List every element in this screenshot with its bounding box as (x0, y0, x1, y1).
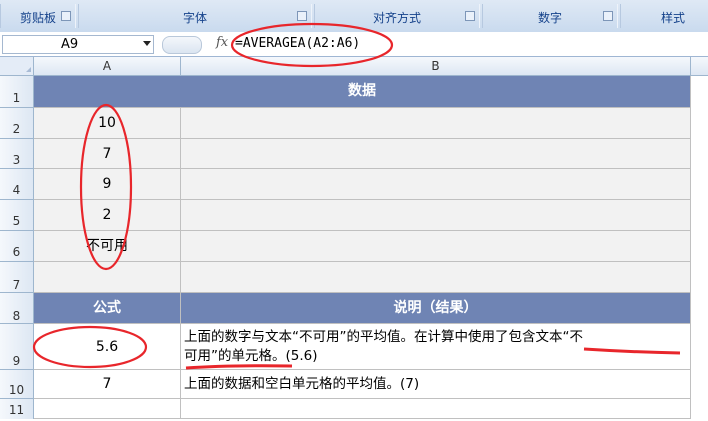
select-all-corner[interactable] (0, 57, 34, 76)
cell-b9-line2: 可用”的单元格。(5.6) (184, 348, 318, 364)
row-header-10[interactable]: 10 (0, 370, 34, 399)
cell-b9[interactable]: 上面的数字与文本“不可用”的平均值。在计算中使用了包含文本“不 可用”的单元格。… (181, 324, 691, 370)
row-header-1[interactable]: 1 (0, 76, 34, 108)
ribbon-group-alignment[interactable]: 对齐方式 (314, 4, 480, 28)
cell-b8-header[interactable]: 说明（结果） (181, 293, 691, 324)
formula-bar-splitter[interactable] (162, 36, 202, 54)
cell-a8-header[interactable]: 公式 (34, 293, 181, 324)
cell-a4[interactable]: 9 (34, 169, 181, 200)
ribbon-group-label: 数字 (537, 11, 562, 25)
row-header-7[interactable]: 7 (0, 262, 34, 293)
dialog-launcher-icon[interactable] (465, 11, 475, 21)
dialog-launcher-icon[interactable] (297, 11, 307, 21)
cell-b5[interactable] (181, 200, 691, 231)
name-box-value: A9 (61, 37, 79, 52)
ribbon-group-label: 样式 (661, 11, 686, 25)
select-all-triangle-icon (26, 67, 31, 72)
cell-a5[interactable]: 2 (34, 200, 181, 231)
cell-b11[interactable] (181, 399, 691, 419)
row-header-2[interactable]: 2 (0, 108, 34, 139)
formula-input[interactable]: =AVERAGEA(A2:A6) (235, 36, 360, 51)
row-header-11[interactable]: 11 (0, 399, 34, 419)
ribbon-group-label: 字体 (182, 11, 207, 25)
cell-b3[interactable] (181, 139, 691, 169)
cell-b4[interactable] (181, 169, 691, 200)
column-header-c[interactable] (691, 57, 708, 76)
chevron-down-icon[interactable] (143, 41, 151, 46)
insert-function-icon[interactable]: fx (216, 35, 228, 50)
formula-bar: A9 fx =AVERAGEA(A2:A6) (0, 32, 708, 57)
row-header-6[interactable]: 6 (0, 231, 34, 262)
cell-a6[interactable]: 不可用 (34, 231, 181, 262)
cell-a10[interactable]: 7 (34, 370, 181, 399)
cell-b2[interactable] (181, 108, 691, 139)
cell-a1-b1-header[interactable]: 数据 (34, 76, 691, 108)
ribbon-group-styles[interactable]: 样式 (620, 4, 708, 28)
cell-b7[interactable] (181, 262, 691, 293)
column-header-a[interactable]: A (34, 57, 181, 76)
row-header-8[interactable]: 8 (0, 293, 34, 324)
row-header-9[interactable]: 9 (0, 324, 34, 370)
row-header-5[interactable]: 5 (0, 200, 34, 231)
row-header-3[interactable]: 3 (0, 139, 34, 169)
ribbon-group-bar: 剪贴板 字体 对齐方式 数字 样式 (0, 0, 708, 33)
cell-a9[interactable]: 5.6 (34, 324, 181, 370)
ribbon-group-label: 对齐方式 (372, 11, 421, 25)
ribbon-group-number[interactable]: 数字 (482, 4, 618, 28)
dialog-launcher-icon[interactable] (603, 11, 613, 21)
ribbon-group-font[interactable]: 字体 (78, 4, 312, 28)
cell-b9-line1: 上面的数字与文本“不可用”的平均值。在计算中使用了包含文本“不 (184, 329, 583, 345)
cell-a2[interactable]: 10 (34, 108, 181, 139)
cell-a7[interactable] (34, 262, 181, 293)
cell-a3[interactable]: 7 (34, 139, 181, 169)
dialog-launcher-icon[interactable] (61, 11, 71, 21)
column-header-b[interactable]: B (181, 57, 691, 76)
cell-a11[interactable] (34, 399, 181, 419)
ribbon-group-clipboard[interactable]: 剪贴板 (0, 4, 76, 28)
name-box[interactable]: A9 (2, 35, 154, 54)
row-header-4[interactable]: 4 (0, 169, 34, 200)
cell-b6[interactable] (181, 231, 691, 262)
cell-b10[interactable]: 上面的数据和空白单元格的平均值。(7) (181, 370, 691, 399)
